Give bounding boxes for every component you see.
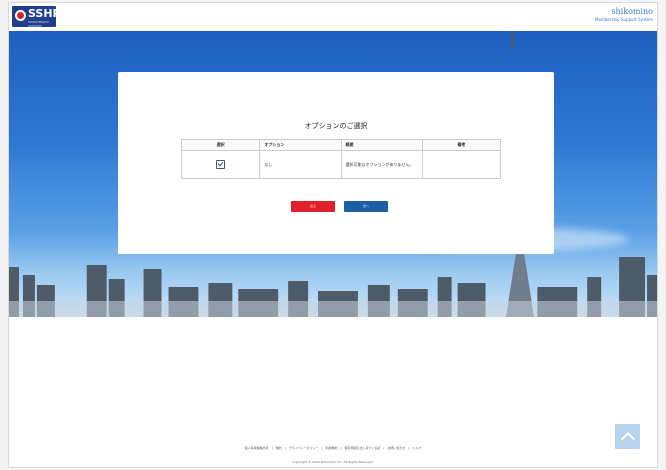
footer-separator: | bbox=[284, 446, 286, 450]
option-cell: なし bbox=[259, 150, 342, 179]
chevron-up-icon[interactable] bbox=[615, 424, 640, 449]
footer-link-usage-terms[interactable]: 利用規約 bbox=[324, 446, 338, 450]
page-title: オプションのご選択 bbox=[304, 122, 368, 130]
footer-links: 個人情報保護方針 | 規約 | プライバシーポリシー | 利用規約 | 特定商取… bbox=[9, 446, 657, 450]
option-checkbox[interactable] bbox=[216, 159, 226, 169]
footer-separator: | bbox=[321, 446, 323, 450]
copyright-text: Copyright © 2022 Shikomino Inc. All Righ… bbox=[292, 460, 374, 464]
table-row: なし 選択可能なオプションがありません。 bbox=[180, 150, 502, 179]
column-header-summary: 概要 bbox=[340, 139, 423, 151]
brand-name: shikomino bbox=[611, 7, 653, 16]
footer-separator: | bbox=[271, 446, 273, 450]
logo-subtext: SHIKOMINOMI SUPPORT bbox=[28, 20, 49, 28]
footer-link-privacy-protection[interactable]: 個人情報保護方針 bbox=[244, 446, 270, 450]
site-header: SSHP SHIKOMINOMI SUPPORT shikomino Membe… bbox=[9, 3, 657, 31]
brand-logo[interactable]: shikomino Membership Support System bbox=[595, 7, 653, 22]
back-button[interactable]: 戻る bbox=[291, 201, 335, 212]
next-button[interactable]: 次へ bbox=[344, 201, 388, 212]
brand-subtitle: Membership Support System bbox=[595, 17, 653, 22]
column-header-note: 備考 bbox=[421, 139, 502, 151]
table-header-row: 選択 オプション 概要 備考 bbox=[180, 139, 502, 151]
options-table: 選択 オプション 概要 備考 なし 選択可能なオプションがありません。 bbox=[180, 139, 502, 179]
note-cell bbox=[421, 150, 502, 179]
footer-separator: | bbox=[340, 446, 342, 450]
footer-link-help[interactable]: ヘルプ bbox=[411, 446, 422, 450]
footer-link-commercial-law[interactable]: 特定商取引法に基づく表記 bbox=[343, 446, 381, 450]
logo-text: SSHP bbox=[28, 7, 61, 20]
footer-separator: | bbox=[408, 446, 410, 450]
summary-cell: 選択可能なオプションがありません。 bbox=[340, 150, 423, 179]
footer-link-contact[interactable]: お問い合わせ bbox=[386, 446, 406, 450]
select-cell bbox=[180, 150, 261, 179]
tower-mast bbox=[511, 31, 514, 49]
city-skyline bbox=[9, 257, 657, 317]
column-header-option: オプション bbox=[259, 139, 342, 151]
options-card: オプションのご選択 選択 オプション 概要 備考 なし 選択可能なオプションがあ… bbox=[118, 72, 554, 254]
logo-circle-icon bbox=[15, 10, 26, 21]
footer-separator: | bbox=[383, 446, 385, 450]
footer-link-terms[interactable]: 規約 bbox=[275, 446, 283, 450]
browser-frame: SSHP SHIKOMINOMI SUPPORT shikomino Membe… bbox=[8, 2, 658, 468]
sshp-logo-icon[interactable]: SSHP SHIKOMINOMI SUPPORT bbox=[12, 6, 61, 28]
footer-link-privacy-policy[interactable]: プライバシーポリシー bbox=[288, 446, 320, 450]
hero-background: オプションのご選択 選択 オプション 概要 備考 なし 選択可能なオプションがあ… bbox=[9, 31, 657, 317]
column-header-select: 選択 bbox=[180, 139, 261, 151]
